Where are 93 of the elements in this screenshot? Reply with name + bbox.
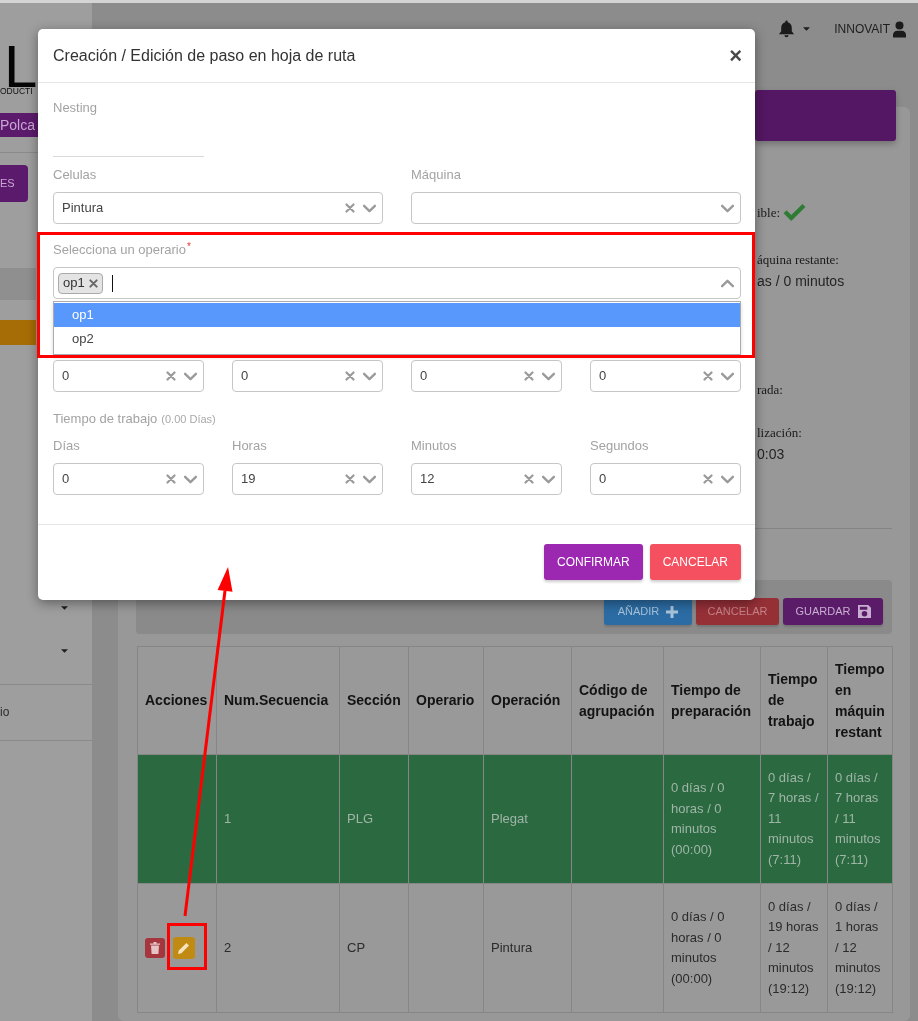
remove-icon[interactable] (88, 278, 98, 288)
field-label: Selecciona un operario (53, 241, 186, 259)
status-label: rada: (757, 381, 783, 399)
required-mark: * (187, 241, 191, 253)
field-label: Horas (232, 437, 267, 455)
caret-icon[interactable] (61, 605, 68, 610)
table-cell: 0 días / 19 horas / 12 minutos (19:12) (760, 883, 828, 1013)
edit-button[interactable] (173, 937, 195, 959)
table-cell: 2 (216, 883, 340, 1013)
select-field[interactable]: 0 (590, 360, 741, 392)
section-title: Tiempo de trabajo (53, 410, 158, 428)
app-tab[interactable]: Polca (0, 113, 38, 137)
clear-icon[interactable] (524, 474, 534, 484)
column-header: Tiempo en máquin restant (827, 646, 893, 755)
column-header: Num.Secuencia (216, 646, 340, 755)
status-label: áquina restante: (757, 251, 839, 269)
chevron-down-icon (720, 371, 735, 381)
table-cell: 0 días / 7 horas / 11 minutos (7:11) (827, 754, 893, 884)
chevron-down-icon (541, 474, 556, 484)
text-cursor-icon (111, 274, 113, 292)
select-field[interactable] (411, 192, 741, 224)
column-header: Operario (408, 646, 484, 755)
logo-subtitle: ODUCTI (0, 87, 33, 96)
status-value: 0:03 (757, 445, 785, 464)
table-cell: 0 días / 0 horas / 0 minutos (00:00) (663, 754, 761, 884)
field-label: Celulas (53, 166, 97, 184)
select-field[interactable]: 0 (411, 360, 562, 392)
clear-icon[interactable] (524, 371, 534, 381)
user-icon (893, 20, 906, 38)
chevron-down-icon (183, 371, 198, 381)
delete-button[interactable] (145, 938, 165, 958)
caret-icon[interactable] (803, 27, 811, 31)
table-cell: Plegat (483, 754, 572, 884)
field-label: Máquina (411, 166, 461, 184)
table-cell: 0 días / 0 horas / 0 minutos (00:00) (663, 883, 761, 1013)
chevron-down-icon (362, 474, 377, 484)
chevron-down-icon (362, 371, 377, 381)
sidebar-link[interactable]: io (0, 704, 10, 721)
select-field[interactable]: 12 (411, 463, 562, 495)
table-cell: 0 días / 7 horas / 11 minutos (7:11) (760, 754, 828, 884)
table-cell: PLG (339, 754, 409, 884)
clear-icon[interactable] (703, 371, 713, 381)
status-value: as / 0 minutos (757, 272, 845, 291)
pencil-icon (178, 942, 190, 954)
column-header: Tiempo de preparación (663, 646, 761, 755)
field-label: Minutos (411, 437, 457, 455)
column-header: Sección (339, 646, 409, 755)
clear-icon[interactable] (703, 474, 713, 484)
select-field[interactable]: 0 (53, 463, 204, 495)
clear-icon[interactable] (345, 371, 355, 381)
selected-tag[interactable]: op1 (58, 272, 103, 294)
chevron-down-icon (362, 203, 377, 213)
bell-icon[interactable] (778, 20, 796, 38)
field-label: Nesting (53, 99, 98, 117)
table-cell: CP (339, 883, 409, 1013)
operator-select[interactable]: op1 (53, 267, 741, 299)
chevron-down-icon (720, 203, 735, 213)
select-field[interactable]: Pintura (53, 192, 383, 224)
chevron-down-icon (541, 371, 556, 381)
select-field[interactable]: 0 (53, 360, 204, 392)
select-field[interactable]: 19 (232, 463, 383, 495)
table-cell: 1 (216, 754, 340, 884)
select-field[interactable]: 0 (590, 463, 741, 495)
column-header: Operación (483, 646, 572, 755)
field-label: Segundos (590, 437, 649, 455)
field-label: Días (53, 437, 80, 455)
table-cell: Pintura (483, 883, 572, 1013)
table-cell: 0 días / 1 horas / 12 minutos (19:12) (827, 883, 893, 1013)
dialog-title: Creación / Edición de paso en hoja de ruta (53, 45, 356, 66)
column-header: Tiempo de trabajo (760, 646, 828, 755)
trash-icon (150, 942, 160, 954)
chevron-down-icon (720, 474, 735, 484)
confirm-button[interactable]: CONFIRMAR (543, 544, 643, 580)
select-field[interactable]: 0 (232, 360, 383, 392)
close-button[interactable]: × (729, 44, 742, 67)
plus-icon (666, 605, 679, 618)
logo-text: L (4, 46, 38, 88)
sidebar-button[interactable]: ES (0, 165, 28, 202)
status-label: ible: (757, 204, 781, 222)
chevron-down-icon (183, 474, 198, 484)
clear-icon[interactable] (166, 371, 176, 381)
user-name[interactable]: INNOVAIT (834, 20, 890, 38)
clear-icon[interactable] (345, 474, 355, 484)
dropdown-option[interactable]: op2 (54, 327, 740, 351)
caret-icon[interactable] (61, 648, 68, 653)
clear-icon[interactable] (166, 474, 176, 484)
save-button[interactable]: GUARDAR (783, 598, 883, 625)
column-header: Acciones (137, 646, 217, 755)
save-icon (857, 605, 871, 618)
clear-icon[interactable] (345, 203, 355, 213)
column-header: Código de agrupación (571, 646, 664, 755)
status-label: lización: (757, 424, 802, 442)
section-note: (0.00 Días) (161, 412, 216, 427)
